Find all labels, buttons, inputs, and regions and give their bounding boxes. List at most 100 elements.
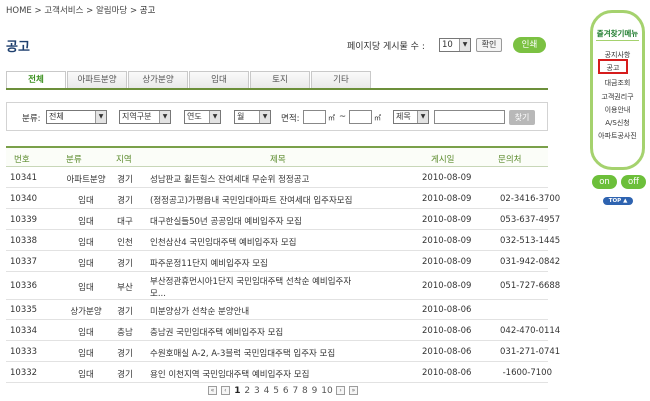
quick-menu-item-as[interactable]: A/S신청 <box>592 118 643 128</box>
breadcrumb-customer-service-link[interactable]: 고객서비스 <box>44 6 83 16</box>
row-number: 10335 <box>10 305 38 315</box>
row-title-link[interactable]: 수원호매실 A-2, A-3블럭 국민임대주택 입주자 모집 <box>150 347 335 359</box>
row-date: 2010-08-06 <box>422 368 472 378</box>
quick-menu-item-guide[interactable]: 이용안내 <box>592 105 643 115</box>
row-category: 임대 <box>78 196 94 206</box>
row-contact: 042-470-0114 <box>500 326 561 336</box>
quick-menu-off-button[interactable]: off <box>621 175 646 189</box>
tab-shop-sale[interactable]: 상가분양 <box>128 71 188 89</box>
quick-menu-item-payment[interactable]: 대금조회 <box>592 78 643 88</box>
page-link-current: 1 <box>234 386 241 396</box>
row-contact: 053-637-4957 <box>500 215 561 225</box>
row-title-link[interactable]: 부산정관휴먼시아1단지 국민임대주택 선착순 예비입주자 <box>150 275 351 287</box>
page-link[interactable]: 6 <box>283 386 289 396</box>
region-select[interactable]: 지역구분 ▼ <box>119 110 171 124</box>
search-field-value: 제목 <box>396 112 411 121</box>
quick-menu-on-button[interactable]: on <box>592 175 617 189</box>
row-date: 2010-08-09 <box>422 215 472 225</box>
tab-apartment-sale[interactable]: 아파트분양 <box>67 71 127 89</box>
search-field-select[interactable]: 제목 ▼ <box>393 110 429 124</box>
tab-other[interactable]: 기타 <box>311 71 371 89</box>
row-title-link[interactable]: (정정공고)가평읍내 국민임대아파트 잔여세대 입주자모집 <box>150 194 352 206</box>
table-row: 10340 임대 경기 (정정공고)가평읍내 국민임대아파트 잔여세대 입주자모… <box>6 188 560 209</box>
print-button[interactable]: 인쇄 <box>513 37 546 53</box>
page-link[interactable]: 9 <box>312 386 318 396</box>
last-page-button[interactable]: » <box>348 386 358 395</box>
table-row: 10336 임대 부산 부산정관휴먼시아1단지 국민임대주택 선착순 예비입주자… <box>6 272 560 300</box>
quick-menu-item-rights[interactable]: 고객권리구 <box>592 92 643 102</box>
chevron-down-icon: ▼ <box>159 111 170 123</box>
breadcrumb-separator: > <box>86 6 94 16</box>
row-title-link[interactable]: 충남권 국민임대주택 예비입주자 모집 <box>150 326 283 338</box>
header-date: 게시일 <box>431 155 455 165</box>
row-title-link[interactable]: 파주운정11단지 예비입주자 모집 <box>150 257 268 269</box>
chevron-down-icon: ▼ <box>459 39 470 51</box>
quick-menu-item-announcement[interactable]: 공고 <box>598 63 628 73</box>
row-region: 경기 <box>117 349 133 359</box>
breadcrumb-separator: > <box>34 6 42 16</box>
per-page-label: 페이지당 게시물 수 : <box>347 42 425 52</box>
table-row: 10337 임대 경기 파주운정11단지 예비입주자 모집 2010-08-09… <box>6 251 560 272</box>
search-input[interactable] <box>434 110 505 124</box>
pagination: « ‹ 1 2 3 4 5 6 7 8 9 10 › » <box>208 386 359 396</box>
tab-underline <box>6 88 548 90</box>
breadcrumb-home-link[interactable]: HOME <box>6 6 32 16</box>
area-max-input[interactable] <box>349 110 372 124</box>
chevron-down-icon: ▼ <box>259 111 270 123</box>
confirm-button[interactable]: 확인 <box>476 38 502 52</box>
chevron-down-icon: ▼ <box>417 111 428 123</box>
year-select[interactable]: 연도 ▼ <box>184 110 221 124</box>
row-category: 임대 <box>78 217 94 227</box>
page-link[interactable]: 7 <box>292 386 298 396</box>
category-select[interactable]: 전체 ▼ <box>46 110 107 124</box>
table-row: 10332 임대 경기 용인 이천지역 국민임대주택 예비입주자 모집 2010… <box>6 362 552 383</box>
page-link[interactable]: 5 <box>273 386 279 396</box>
per-page-select[interactable]: 10 ▼ <box>439 38 471 52</box>
prev-page-button[interactable]: ‹ <box>220 386 230 395</box>
row-number: 10332 <box>10 368 38 378</box>
row-category: 아파트분양 <box>66 175 106 185</box>
first-page-button[interactable]: « <box>208 386 217 395</box>
row-title-link[interactable]: 성남판교 휠든힐스 잔여세대 무순위 정정공고 <box>150 173 309 185</box>
area-unit-label: ㎡ <box>328 114 335 122</box>
row-date: 2010-08-06 <box>422 347 472 357</box>
page-link[interactable]: 3 <box>254 386 260 396</box>
row-title-link[interactable]: 인천삼산4 국민임대주택 예비입주자 모집 <box>150 236 296 248</box>
quick-menu-title: 즐겨찾기메뉴 <box>596 29 639 38</box>
tab-land[interactable]: 토지 <box>250 71 310 89</box>
row-category: 임대 <box>78 328 94 338</box>
page-link[interactable]: 2 <box>244 386 250 396</box>
per-page-value: 10 <box>442 40 453 50</box>
breadcrumb-notice-board-link[interactable]: 알림마당 <box>96 6 127 16</box>
category-label: 분류: <box>22 114 41 124</box>
page-link[interactable]: 8 <box>302 386 308 396</box>
row-title-link[interactable]: 미분양상가 선착순 분양안내 <box>150 305 249 317</box>
row-title-link-continued[interactable]: 모... <box>150 287 166 299</box>
table-header: 번호 분류 지역 제목 게시일 문의처 <box>6 146 548 167</box>
area-unit-label: ㎡ <box>374 114 381 122</box>
row-category: 임대 <box>78 349 94 359</box>
row-date: 2010-08-09 <box>422 173 472 183</box>
month-select[interactable]: 월 ▼ <box>234 110 271 124</box>
row-region: 충남 <box>117 328 133 338</box>
table-row: 10341 아파트분양 경기 성남판교 휠든힐스 잔여세대 무순위 정정공고 2… <box>6 167 548 188</box>
row-title-link[interactable]: 용인 이천지역 국민임대주택 예비입주자 모집 <box>150 368 309 380</box>
quick-menu-divider <box>596 40 639 41</box>
page-link[interactable]: 4 <box>264 386 270 396</box>
row-category: 상가분양 <box>70 307 102 317</box>
row-region: 경기 <box>117 196 133 206</box>
scroll-top-button[interactable]: TOP ▲ <box>603 197 633 205</box>
tab-all[interactable]: 전체 <box>6 71 66 89</box>
next-page-button[interactable]: › <box>336 386 346 395</box>
area-min-input[interactable] <box>303 110 326 124</box>
header-title: 제목 <box>270 155 286 165</box>
tab-rental[interactable]: 임대 <box>189 71 249 89</box>
search-button[interactable]: 찾기 <box>509 110 535 125</box>
breadcrumb: HOME > 고객서비스 > 알림마당 > 공고 <box>6 4 155 16</box>
page-link[interactable]: 10 <box>321 386 332 396</box>
row-region: 경기 <box>117 307 133 317</box>
row-region: 경기 <box>117 175 133 185</box>
table-row: 10339 임대 대구 대구한실들50년 공공임대 예비입주자 모집 2010-… <box>6 209 560 230</box>
row-title-link[interactable]: 대구한실들50년 공공임대 예비입주자 모집 <box>150 215 302 227</box>
quick-menu-item-construction-photo[interactable]: 아파트공사진 <box>592 131 643 141</box>
